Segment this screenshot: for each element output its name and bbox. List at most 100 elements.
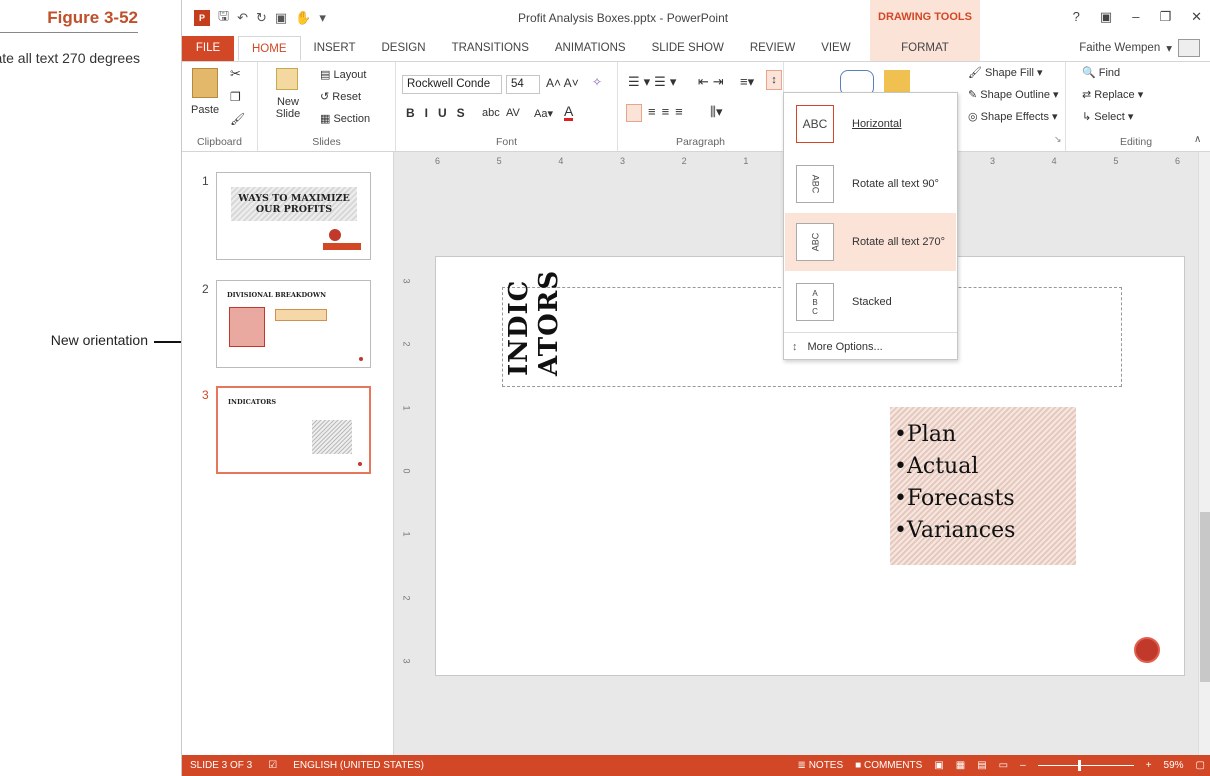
bullets-icon[interactable]: ☰▾☰▾ <box>628 74 680 90</box>
vertical-scrollbar[interactable] <box>1198 152 1210 755</box>
new-slide-button[interactable]: New Slide <box>268 96 308 120</box>
notes-button[interactable]: ≣ NOTES <box>798 760 844 771</box>
align-buttons-icon[interactable]: ≡≡≡ <box>648 104 689 119</box>
name-bar <box>323 243 361 250</box>
dialog-launcher-icon[interactable]: ↘ <box>1054 134 1062 145</box>
seal-icon <box>1134 637 1160 663</box>
tab-format[interactable]: FORMAT <box>870 36 980 61</box>
zoom-level[interactable]: 59% <box>1164 760 1184 771</box>
slide-show-icon[interactable]: ▭ <box>999 760 1008 771</box>
tab-design[interactable]: DESIGN <box>368 36 438 61</box>
line-spacing-icon[interactable]: ≡▾ <box>740 74 754 90</box>
redo-icon[interactable]: ↻ <box>256 10 267 26</box>
customize-qat-icon[interactable]: ▾ <box>319 10 326 26</box>
grow-font-icon[interactable]: A˄ A˅ <box>546 76 579 90</box>
slide-sorter-icon[interactable]: ▦ <box>956 760 965 771</box>
bullet-text: Plan <box>906 422 957 447</box>
ribbon-display-options-icon[interactable]: ▣ <box>1100 9 1112 25</box>
normal-view-icon[interactable]: ▣ <box>934 760 943 771</box>
text-direction-icon[interactable]: ↕ <box>766 70 782 90</box>
select-button[interactable]: ↳ Select ▾ <box>1082 110 1133 123</box>
scrollbar-thumb[interactable] <box>1200 512 1210 682</box>
menu-item-horizontal[interactable]: ABC Horizontal <box>785 95 956 153</box>
start-from-beginning-icon[interactable]: ▣ <box>275 10 287 26</box>
new-slide-icon[interactable] <box>276 68 298 90</box>
bullet-text: Forecasts <box>906 486 1015 511</box>
menu-item-stacked[interactable]: A B C Stacked <box>785 273 956 331</box>
powerpoint-logo-icon: P <box>194 10 210 26</box>
strikethrough-icon[interactable]: abc <box>482 107 500 119</box>
find-icon: 🔍 <box>1082 67 1099 79</box>
cut-icon[interactable]: ✂ <box>230 66 241 82</box>
font-name-combo[interactable]: Rockwell Conde <box>402 75 502 94</box>
fit-to-window-icon[interactable]: ▢ <box>1196 760 1205 771</box>
zoom-slider[interactable] <box>1037 760 1134 771</box>
reading-view-icon[interactable]: ▤ <box>977 760 986 771</box>
zoom-in-icon[interactable]: + <box>1146 760 1152 771</box>
bullet-icon: • <box>894 486 907 511</box>
more-options-item[interactable]: ↕ More Options... <box>784 332 957 360</box>
help-icon[interactable]: ? <box>1073 9 1080 25</box>
slide-thumbnail-3[interactable]: INDICATORS <box>216 386 371 474</box>
find-button[interactable]: 🔍 Find <box>1082 66 1120 79</box>
indent-icon[interactable]: ⇤⇥ <box>698 74 728 90</box>
group-label-paragraph: Paragraph <box>675 136 726 148</box>
paste-icon[interactable] <box>192 68 218 98</box>
touch-mode-icon[interactable]: ✋ <box>295 10 311 26</box>
tab-view[interactable]: VIEW <box>808 36 863 61</box>
notes-label: NOTES <box>808 760 844 771</box>
tab-file[interactable]: FILE <box>182 36 234 61</box>
tab-slide-show[interactable]: SLIDE SHOW <box>639 36 737 61</box>
restore-icon[interactable]: ❐ <box>1159 9 1171 25</box>
collapse-ribbon-icon[interactable]: ∧ <box>1194 134 1201 145</box>
spell-check-icon[interactable]: ☑ <box>260 760 285 771</box>
menu-item-rotate-270[interactable]: ABC Rotate all text 270° <box>785 213 956 271</box>
reset-button[interactable]: ↺ Reset <box>320 90 361 103</box>
tab-insert[interactable]: INSERT <box>301 36 369 61</box>
group-editing: 🔍 Find ⇄ Replace ▾ ↳ Select ▾ Editing ∧ <box>1066 62 1206 151</box>
bullet-textbox[interactable]: •Plan •Actual •Forecasts •Variances <box>890 407 1076 565</box>
copy-icon[interactable]: ❐ <box>230 90 241 104</box>
close-icon[interactable]: ✕ <box>1191 9 1202 25</box>
format-painter-icon[interactable]: 🖌 <box>230 112 245 126</box>
undo-icon[interactable]: ↶ <box>237 10 248 26</box>
user-account[interactable]: Faithe Wempen ▾ <box>1079 39 1200 57</box>
change-case-icon[interactable]: Aa▾ <box>534 107 553 120</box>
tab-review[interactable]: REVIEW <box>737 36 808 61</box>
zoom-out-icon[interactable]: – <box>1020 760 1026 771</box>
columns-icon[interactable]: ⫼▾ <box>710 104 723 120</box>
chevron-down-icon: ▾ <box>1166 43 1172 55</box>
layout-button[interactable]: ▤ Layout <box>320 68 366 81</box>
menu-item-label: Stacked <box>852 296 892 308</box>
vertical-ruler: 3 2 1 0 1 2 3 <box>402 256 416 676</box>
replace-button[interactable]: ⇄ Replace ▾ <box>1082 88 1143 101</box>
slide-thumbnail-2[interactable]: DIVISIONAL BREAKDOWN <box>216 280 371 368</box>
slide-title-vertical[interactable]: INDIC ATORS <box>500 270 564 390</box>
language-indicator[interactable]: ENGLISH (UNITED STATES) <box>285 760 432 771</box>
shape-outline-button[interactable]: ✎ Shape Outline ▾ <box>968 88 1059 101</box>
shape-effects-button[interactable]: ◎ Shape Effects ▾ <box>968 110 1058 123</box>
comments-icon: ■ <box>855 760 864 771</box>
zoom-slider-knob[interactable] <box>1077 760 1081 771</box>
clear-formatting-icon[interactable]: ✧ <box>592 75 602 89</box>
shape-fill-button[interactable]: 🖌 Shape Fill ▾ <box>968 66 1043 79</box>
minimize-icon[interactable]: – <box>1132 9 1139 25</box>
save-icon[interactable]: 🖫 <box>218 7 229 29</box>
bullet-text: Actual <box>906 454 979 479</box>
font-style-icons[interactable]: BIUS <box>406 106 475 120</box>
menu-item-label: Rotate all text 90° <box>852 178 939 190</box>
font-color-icon[interactable]: A <box>564 104 574 121</box>
font-size-combo[interactable]: 54 <box>506 75 540 94</box>
section-button[interactable]: ▦ Section <box>320 112 370 125</box>
character-spacing-icon[interactable]: AV <box>506 107 520 119</box>
paste-button[interactable]: Paste <box>191 104 219 116</box>
slide-thumbnail-1[interactable]: WAYS TO MAXIMIZE OUR PROFITS <box>216 172 371 260</box>
tab-transitions[interactable]: TRANSITIONS <box>439 36 542 61</box>
comments-button[interactable]: ■ COMMENTS <box>855 760 922 771</box>
tab-animations[interactable]: ANIMATIONS <box>542 36 639 61</box>
align-left-icon[interactable] <box>626 104 642 122</box>
tab-home[interactable]: HOME <box>238 36 301 61</box>
rotate-90-icon: ABC <box>796 165 834 203</box>
menu-item-rotate-90[interactable]: ABC Rotate all text 90° <box>785 155 956 213</box>
ruler-tick-label: 2 <box>401 341 412 347</box>
